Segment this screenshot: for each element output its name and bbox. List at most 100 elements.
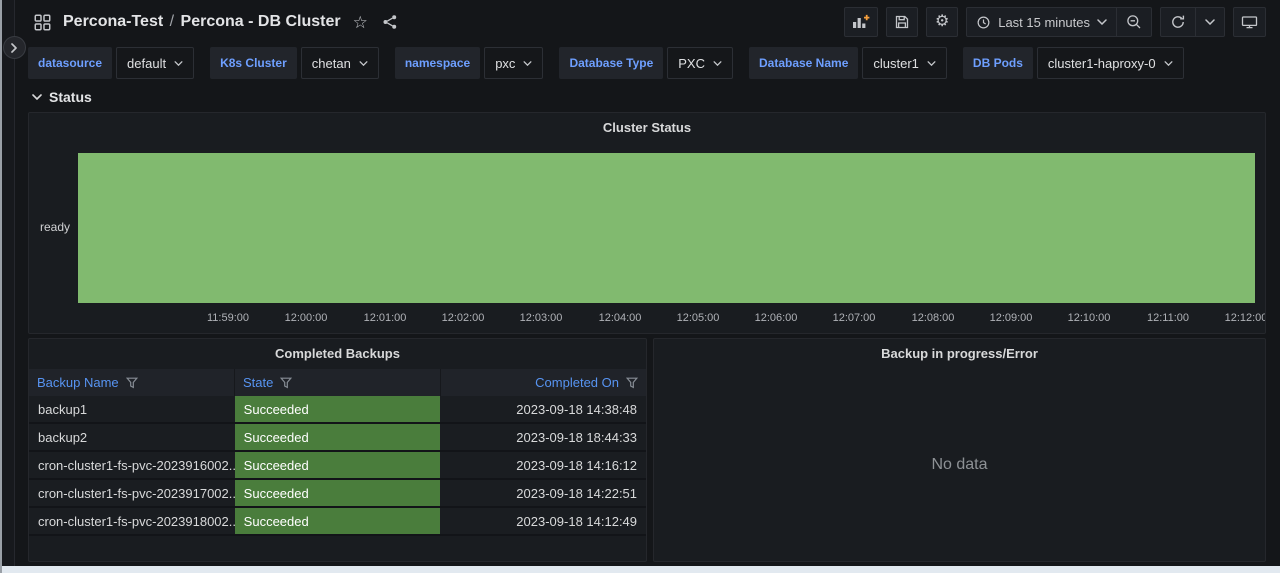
chevron-right-icon: [10, 43, 19, 53]
x-axis-tick: 12:01:00: [364, 312, 407, 324]
time-picker-group: Last 15 minutes: [966, 7, 1152, 37]
column-header-completed-on[interactable]: Completed On: [440, 369, 646, 396]
completed-on-cell: 2023-09-18 18:44:33: [440, 424, 646, 450]
apps-grid-icon: [32, 12, 53, 33]
x-axis-tick: 12:06:00: [755, 312, 798, 324]
x-axis-tick: 12:09:00: [990, 312, 1033, 324]
variable-value-dropdown[interactable]: cluster1: [862, 47, 947, 79]
panel-title[interactable]: Completed Backups: [29, 339, 646, 369]
backup-name-cell: cron-cluster1-fs-pvc-2023918002...: [29, 508, 235, 534]
table-row: cron-cluster1-fs-pvc-2023916002... Succe…: [29, 452, 646, 480]
backups-table-header: Backup Name State Completed On: [29, 369, 646, 396]
filter-funnel-icon[interactable]: [280, 377, 292, 389]
variable-label: Database Type: [559, 47, 663, 79]
filter-funnel-icon[interactable]: [126, 377, 138, 389]
time-zoom-out-button[interactable]: [1116, 8, 1151, 36]
variable-value-dropdown[interactable]: pxc: [484, 47, 543, 79]
share-icon: [382, 14, 398, 30]
completed-backups-panel: Completed Backups Backup Name State Comp…: [28, 338, 647, 562]
window-bottom-edge: [2, 566, 1280, 573]
panel-title[interactable]: Backup in progress/Error: [654, 339, 1265, 369]
section-title: Status: [49, 89, 92, 105]
variable-db-pods: DB Pods cluster1-haproxy-0: [963, 47, 1184, 79]
backup-name-cell: backup1: [29, 396, 235, 422]
x-axis-tick: 12:04:00: [599, 312, 642, 324]
share-dashboard-button[interactable]: [380, 12, 400, 32]
navbar-toolbar: ⚙ Last 15 minutes: [844, 7, 1266, 37]
filter-funnel-icon[interactable]: [626, 377, 638, 389]
favorite-star-button[interactable]: ☆: [351, 12, 370, 33]
variable-label: Database Name: [749, 47, 858, 79]
variable-datasource: datasource default: [28, 47, 194, 79]
time-range-picker[interactable]: Last 15 minutes: [967, 8, 1116, 36]
state-cell: Succeeded: [235, 452, 441, 478]
add-panel-button[interactable]: [844, 7, 878, 37]
bottom-panels-row: Completed Backups Backup Name State Comp…: [28, 338, 1266, 562]
chevron-down-icon: [927, 61, 936, 66]
panel-title[interactable]: Cluster Status: [29, 120, 1265, 135]
star-icon: ☆: [353, 14, 368, 31]
chevron-down-icon: [1164, 61, 1173, 66]
chevron-down-icon: [1097, 19, 1107, 25]
refresh-icon: [1170, 14, 1186, 30]
variable-selected-value: cluster1-haproxy-0: [1048, 56, 1156, 71]
chevron-down-icon: [713, 61, 722, 66]
variable-label: datasource: [28, 47, 112, 79]
column-header-backup-name[interactable]: Backup Name: [29, 369, 234, 396]
add-panel-icon: [852, 14, 870, 30]
timeline-category-label: ready: [29, 220, 70, 234]
variable-value-dropdown[interactable]: default: [116, 47, 194, 79]
chevron-down-icon: [523, 61, 532, 66]
variable-k8s-cluster: K8s Cluster chetan: [210, 47, 379, 79]
backup-name-cell: cron-cluster1-fs-pvc-2023917002...: [29, 480, 235, 506]
sidebar-expand-button[interactable]: [3, 36, 26, 59]
variable-selected-value: PXC: [678, 56, 705, 71]
clock-icon: [976, 15, 991, 30]
cluster-status-panel: Cluster Status ready 11:59:00 12:00:00 1…: [28, 112, 1266, 334]
variable-label: K8s Cluster: [210, 47, 297, 79]
kiosk-tv-icon: [1241, 14, 1258, 30]
dashboard-settings-button[interactable]: ⚙: [926, 7, 958, 37]
breadcrumb-dashboard-title[interactable]: Percona - DB Cluster: [181, 13, 341, 30]
variable-value-dropdown[interactable]: PXC: [667, 47, 733, 79]
variable-namespace: namespace pxc: [395, 47, 544, 79]
refresh-interval-dropdown[interactable]: [1195, 8, 1224, 36]
chevron-down-icon: [32, 94, 42, 100]
column-header-state[interactable]: State: [234, 369, 440, 396]
x-axis-tick: 12:08:00: [912, 312, 955, 324]
x-axis-tick: 12:11:00: [1147, 312, 1189, 324]
kiosk-mode-button[interactable]: [1233, 7, 1266, 37]
state-cell: Succeeded: [235, 480, 441, 506]
variable-value-dropdown[interactable]: cluster1-haproxy-0: [1037, 47, 1184, 79]
save-dashboard-button[interactable]: [886, 7, 918, 37]
x-axis-tick: 12:00:00: [285, 312, 328, 324]
column-header-label: Backup Name: [37, 375, 119, 390]
variable-database-type: Database Type PXC: [559, 47, 733, 79]
variable-label: DB Pods: [963, 47, 1033, 79]
x-axis-tick: 12:12:00: [1225, 312, 1266, 324]
refresh-dashboard-button[interactable]: [1161, 8, 1195, 36]
x-axis-tick: 12:03:00: [520, 312, 563, 324]
variable-selected-value: cluster1: [873, 56, 919, 71]
collapsed-nav-sidebar: [2, 0, 15, 573]
no-data-message: No data: [654, 369, 1265, 561]
state-timeline-ready-bar[interactable]: [78, 153, 1255, 303]
backup-name-cell: cron-cluster1-fs-pvc-2023916002...: [29, 452, 235, 478]
variable-selected-value: default: [127, 56, 166, 71]
variable-value-dropdown[interactable]: chetan: [301, 47, 379, 79]
variable-database-name: Database Name cluster1: [749, 47, 947, 79]
variable-selected-value: pxc: [495, 56, 515, 71]
chevron-down-icon: [359, 61, 368, 66]
dashboard-navbar: Percona-Test / Percona - DB Cluster ☆: [15, 0, 1280, 44]
completed-on-cell: 2023-09-18 14:38:48: [440, 396, 646, 422]
refresh-group: [1160, 7, 1225, 37]
breadcrumb: Percona-Test / Percona - DB Cluster: [63, 13, 341, 31]
template-variables-row: datasource default K8s Cluster chetan na…: [15, 44, 1280, 80]
column-header-label: Completed On: [535, 375, 619, 390]
status-section-toggle[interactable]: Status: [15, 83, 1280, 111]
breadcrumb-folder[interactable]: Percona-Test: [63, 13, 163, 30]
backup-name-cell: backup2: [29, 424, 235, 450]
table-row: cron-cluster1-fs-pvc-2023917002... Succe…: [29, 480, 646, 508]
table-row: backup2 Succeeded 2023-09-18 18:44:33: [29, 424, 646, 452]
x-axis-ticks: 11:59:00 12:00:00 12:01:00 12:02:00 12:0…: [29, 312, 1265, 328]
